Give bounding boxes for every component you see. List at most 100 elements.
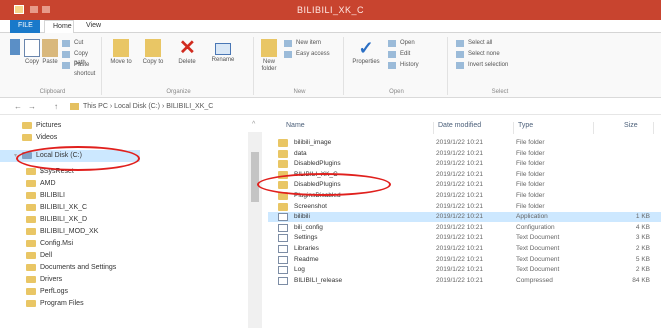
- organize-group: Move to Copy to ✕ Delete Rename Organize: [104, 37, 254, 95]
- column-header-date[interactable]: Date modified: [434, 122, 514, 134]
- file-row[interactable]: Readme 2019/1/22 10:21 Text Document 5 KB: [268, 255, 661, 265]
- edit-button[interactable]: Edit: [388, 50, 410, 59]
- file-name: BILIBILI_release: [294, 276, 343, 284]
- file-date: 2019/1/22 10:21: [436, 192, 483, 199]
- file-name: Settings: [294, 234, 318, 242]
- nav-item-config-msi[interactable]: Config.Msi: [0, 238, 73, 250]
- forward-button[interactable]: →: [28, 102, 36, 111]
- organize-group-label: Organize: [166, 89, 191, 95]
- properties-check-icon: ✓: [358, 38, 374, 58]
- folder-icon: [26, 179, 36, 187]
- nav-item-drivers[interactable]: Drivers: [0, 274, 62, 286]
- delete-button[interactable]: ✕ Delete: [172, 37, 202, 66]
- tab-view[interactable]: View: [78, 20, 108, 33]
- window-title: BILIBILI_XK_C: [296, 5, 365, 15]
- file-date: 2019/1/22 10:21: [436, 139, 483, 146]
- folder-icon: [278, 202, 288, 211]
- file-row[interactable]: BILIBILI_release 2019/1/22 10:21 Compresse…: [268, 276, 661, 286]
- folder-icon: [26, 203, 36, 211]
- scrollbar-thumb[interactable]: [251, 152, 259, 202]
- file-icon: [278, 223, 288, 232]
- file-name: bilibili: [294, 213, 310, 221]
- file-row[interactable]: Settings 2019/1/22 10:21 Text Document 3 KB: [268, 233, 661, 243]
- select-all-button[interactable]: Select all: [456, 39, 492, 48]
- file-list: Name Date modified Type Size bilibili_im…: [268, 118, 661, 328]
- file-date: 2019/1/22 10:21: [436, 202, 483, 210]
- file-date: 2019/1/22 10:21: [436, 255, 483, 263]
- column-header-type[interactable]: Type: [514, 122, 594, 134]
- nav-item-label: AMD: [40, 180, 56, 187]
- nav-item-bilibili-xk-c[interactable]: BILIBILI_XK_C: [0, 202, 87, 214]
- folder-icon: [26, 191, 36, 199]
- file-icon: [278, 213, 288, 222]
- nav-item-pictures[interactable]: Pictures: [0, 120, 61, 132]
- up-button[interactable]: ↑: [54, 102, 58, 111]
- history-button[interactable]: History: [388, 61, 419, 70]
- nav-item-program-files[interactable]: Program Files: [0, 298, 84, 310]
- address-bar: ← → ↑ This PC › Local Disk (C:) › BILIBI…: [0, 99, 661, 115]
- select-none-button[interactable]: Select none: [456, 50, 500, 59]
- file-date: 2019/1/22 10:21: [436, 223, 483, 231]
- cut-button[interactable]: Cut: [62, 39, 83, 48]
- nav-item-bilibili[interactable]: BILIBILI: [0, 190, 65, 202]
- folder-icon: [26, 263, 36, 271]
- file-type: File folder: [516, 160, 545, 168]
- file-size: 1 KB: [635, 213, 650, 221]
- file-size: 84 KB: [632, 276, 650, 284]
- delete-icon: ✕: [179, 37, 196, 59]
- file-icon: [278, 234, 288, 243]
- nav-item-dell[interactable]: Dell: [0, 250, 52, 262]
- tab-file[interactable]: FILE: [10, 20, 40, 33]
- new-folder-icon: [261, 39, 277, 57]
- properties-button[interactable]: ✓ Properties: [348, 39, 384, 66]
- open-group: ✓ Properties Open Edit History Open: [346, 37, 448, 95]
- paste-label: Paste: [42, 59, 58, 65]
- annotation-circle-local-disk: [16, 146, 140, 171]
- tab-home[interactable]: Home: [44, 20, 74, 33]
- file-row[interactable]: Libraries 2019/1/22 10:21 Text Document 2 K…: [268, 244, 661, 254]
- paste-shortcut-button[interactable]: Paste shortcut: [62, 61, 101, 77]
- copy-to-button[interactable]: Copy to: [138, 39, 168, 66]
- file-row[interactable]: Screenshot 2019/1/22 10:21 File folder: [268, 202, 661, 212]
- clipboard-group: Copy Paste Cut Copy path Paste shortcut …: [4, 37, 102, 95]
- column-header-name[interactable]: Name: [268, 122, 434, 134]
- file-row[interactable]: bilibili 2019/1/22 10:21 Application 1 KB: [268, 212, 661, 223]
- column-header-size[interactable]: Size: [594, 122, 654, 134]
- file-icon: [278, 276, 288, 285]
- paste-button[interactable]: Paste: [40, 39, 60, 66]
- back-button[interactable]: ←: [14, 102, 22, 111]
- copy-button[interactable]: Copy: [22, 39, 42, 66]
- file-row[interactable]: bili_config 2019/1/22 10:21 Configuration 4…: [268, 223, 661, 233]
- collapse-chevron-icon[interactable]: ^: [252, 121, 255, 128]
- nav-item-perflogs[interactable]: PerfLogs: [0, 286, 68, 298]
- folder-icon: [26, 227, 36, 235]
- move-to-button[interactable]: Move to: [106, 39, 136, 66]
- nav-item-amd[interactable]: AMD: [0, 178, 56, 190]
- copy-path-button[interactable]: Copy path: [62, 50, 101, 66]
- easy-access-button[interactable]: Easy access: [284, 50, 330, 59]
- new-item-button[interactable]: New item: [284, 39, 321, 48]
- folder-icon: [26, 275, 36, 283]
- copy-icon: [24, 39, 40, 57]
- pin-icon: [10, 39, 20, 55]
- navigation-scrollbar[interactable]: [248, 132, 262, 328]
- address-input[interactable]: This PC › Local Disk (C:) › BILIBILI_XK_…: [70, 101, 660, 113]
- open-button[interactable]: Open: [388, 39, 415, 48]
- rename-button[interactable]: Rename: [206, 39, 240, 64]
- file-name: bilibili_image: [294, 139, 332, 146]
- file-type: File folder: [516, 170, 545, 178]
- file-name: Log: [294, 266, 305, 274]
- new-group-label: New: [293, 89, 306, 95]
- nav-item-bilibili-mod[interactable]: BILIBILI_MOD_XK: [0, 226, 98, 238]
- folder-icon: [26, 239, 36, 247]
- new-folder-button[interactable]: New folder: [258, 39, 280, 73]
- copy-label: Copy: [24, 59, 39, 65]
- file-row[interactable]: data 2019/1/22 10:21 File folder: [268, 149, 661, 159]
- file-row[interactable]: DisabledPlugins 2019/1/22 10:21 File folde…: [268, 159, 661, 169]
- nav-item-documents-and-settings[interactable]: Documents and Settings: [0, 262, 116, 274]
- invert-selection-button[interactable]: Invert selection: [456, 61, 508, 70]
- file-row[interactable]: Log 2019/1/22 10:21 Text Document 2 KB: [268, 265, 661, 275]
- nav-item-videos[interactable]: Videos: [0, 132, 57, 144]
- file-row[interactable]: bilibili_image 2019/1/22 10:21 File folder: [268, 138, 661, 148]
- nav-item-bilibili-xk-d[interactable]: BILIBILI_XK_D: [0, 214, 87, 226]
